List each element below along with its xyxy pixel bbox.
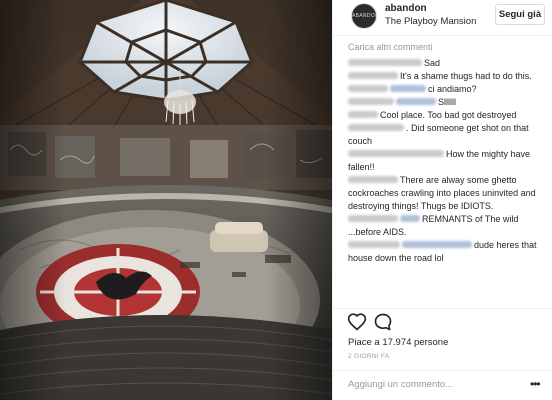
comment-text: ci andiamo? (428, 84, 477, 94)
comment-item: There are alway some ghetto cockroaches … (348, 174, 548, 213)
comment-mention-blurred[interactable] (400, 215, 420, 222)
comment-item: How the mighty have fallen!! (348, 148, 548, 174)
comment-username-blurred[interactable] (348, 111, 378, 118)
post-timestamp[interactable]: 2 GIORNI FA (348, 353, 390, 360)
more-options-button[interactable]: ••• (530, 377, 541, 391)
post-header: ABANDON abandon The Playboy Mansion Segu… (333, 0, 552, 36)
post-details-panel: ABANDON abandon The Playboy Mansion Segu… (332, 0, 552, 400)
comment-text: It's a shame thugs had to do this. (400, 71, 532, 81)
avatar[interactable]: ABANDON (351, 3, 377, 29)
add-comment-bar: ••• (333, 370, 552, 400)
comment-username-blurred[interactable] (348, 59, 422, 66)
comment-item: Sllllll (348, 96, 548, 109)
comment-text: Cool place. Too bad got destroyed (380, 110, 517, 120)
comment-input[interactable] (348, 379, 508, 390)
heart-icon[interactable] (347, 312, 367, 332)
comment-item: dude heres that house down the road lol (348, 239, 548, 265)
comment-username-blurred[interactable] (348, 72, 398, 79)
comment-username-blurred[interactable] (348, 241, 400, 248)
comment-item: REMNANTS of The wild ...before AIDS. (348, 213, 548, 239)
comment-item: . Did someone get shot on that couch (348, 122, 548, 148)
comment-username-blurred[interactable] (348, 98, 394, 105)
load-more-comments-link[interactable]: Carica altri commenti (348, 42, 433, 52)
comment-item: Sad (348, 57, 548, 70)
comments-list: Sad It's a shame thugs had to do this. ci … (348, 57, 548, 265)
comment-mention-blurred[interactable] (396, 98, 436, 105)
comment-username-blurred[interactable] (348, 85, 388, 92)
comment-mention-blurred[interactable] (390, 85, 426, 92)
follow-button[interactable]: Segui già (495, 4, 545, 25)
avatar-logo-text: ABANDON (352, 13, 377, 19)
comment-mention-blurred[interactable] (402, 241, 472, 248)
comment-username-blurred[interactable] (348, 124, 404, 131)
comment-username-blurred[interactable] (348, 150, 444, 157)
location-link[interactable]: The Playboy Mansion (385, 16, 476, 27)
comment-username-blurred[interactable] (348, 215, 398, 222)
comment-text: Sad (424, 58, 441, 68)
comment-item: Cool place. Too bad got destroyed (348, 109, 548, 122)
post-actions: Piace a 17.974 persone 2 GIORNI FA (333, 308, 552, 360)
post-image (0, 0, 332, 400)
comment-bubble-icon[interactable] (373, 312, 393, 332)
comment-text: Sllllll (438, 97, 456, 107)
likes-count[interactable]: Piace a 17.974 persone (348, 337, 448, 348)
comment-item: It's a shame thugs had to do this. (348, 70, 548, 83)
comment-item: ci andiamo? (348, 83, 548, 96)
username-link[interactable]: abandon (385, 3, 427, 14)
post-photo[interactable] (0, 0, 332, 400)
comment-username-blurred[interactable] (348, 176, 398, 183)
